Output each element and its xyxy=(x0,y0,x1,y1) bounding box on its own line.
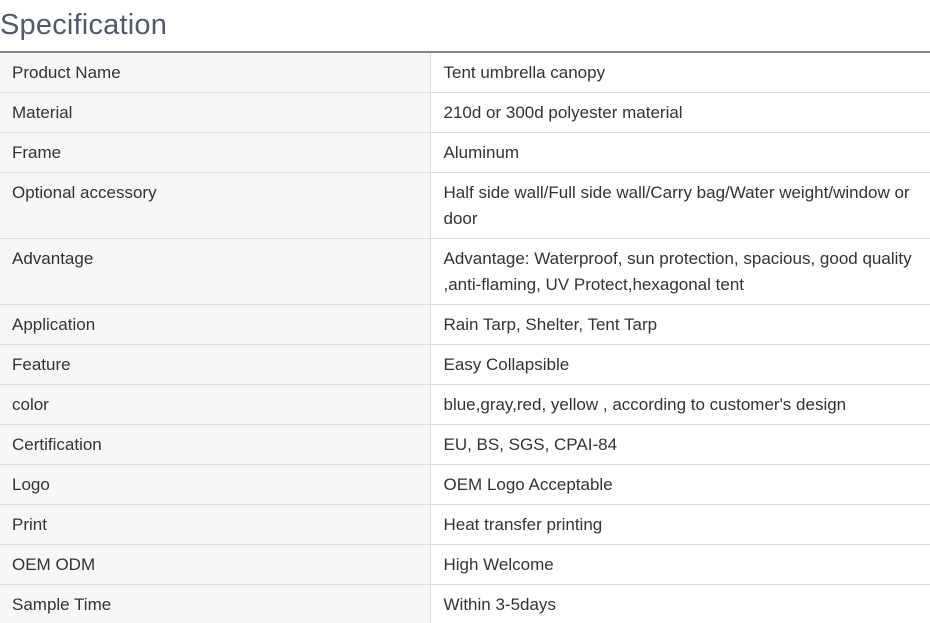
table-row: Frame Aluminum xyxy=(0,132,930,173)
spec-label: Optional accessory xyxy=(0,172,431,239)
spec-value: Easy Collapsible xyxy=(430,344,930,385)
spec-label: Feature xyxy=(0,344,431,385)
page-title: Specification xyxy=(0,9,168,41)
table-row: Optional accessory Half side wall/Full s… xyxy=(0,172,930,239)
table-row: Product Name Tent umbrella canopy xyxy=(0,53,930,93)
spec-label: Print xyxy=(0,504,431,545)
spec-label: Advantage xyxy=(0,238,431,305)
table-row: Logo OEM Logo Acceptable xyxy=(0,464,930,505)
table-row: Sample Time Within 3-5days xyxy=(0,584,930,623)
table-row: OEM ODM High Welcome xyxy=(0,544,930,585)
spec-value: EU, BS, SGS, CPAI-84 xyxy=(430,424,930,465)
spec-value: Heat transfer printing xyxy=(430,504,930,545)
specification-section: Specification Product Name Tent umbrella… xyxy=(0,0,930,623)
spec-value: Aluminum xyxy=(430,132,930,173)
spec-label: Certification xyxy=(0,424,431,465)
spec-label: Sample Time xyxy=(0,584,431,623)
spec-value: OEM Logo Acceptable xyxy=(430,464,930,505)
table-row: Print Heat transfer printing xyxy=(0,504,930,545)
spec-value: Rain Tarp, Shelter, Tent Tarp xyxy=(430,304,930,345)
table-row: Material 210d or 300d polyester material xyxy=(0,92,930,133)
spec-value: blue,gray,red, yellow , according to cus… xyxy=(430,384,930,425)
specification-table: Product Name Tent umbrella canopy Materi… xyxy=(0,53,930,623)
spec-label: Application xyxy=(0,304,431,345)
spec-value: High Welcome xyxy=(430,544,930,585)
spec-label: OEM ODM xyxy=(0,544,431,585)
table-row: Certification EU, BS, SGS, CPAI-84 xyxy=(0,424,930,465)
spec-value: Half side wall/Full side wall/Carry bag/… xyxy=(430,172,930,239)
spec-value: 210d or 300d polyester material xyxy=(430,92,930,133)
spec-label: Product Name xyxy=(0,53,431,93)
spec-label: Frame xyxy=(0,132,431,173)
spec-label: Material xyxy=(0,92,431,133)
spec-value: Tent umbrella canopy xyxy=(430,53,930,93)
table-row: color blue,gray,red, yellow , according … xyxy=(0,384,930,425)
table-row: Advantage Advantage: Waterproof, sun pro… xyxy=(0,238,930,305)
spec-label: Logo xyxy=(0,464,431,505)
spec-value: Advantage: Waterproof, sun protection, s… xyxy=(430,238,930,305)
table-row: Feature Easy Collapsible xyxy=(0,344,930,385)
table-row: Application Rain Tarp, Shelter, Tent Tar… xyxy=(0,304,930,345)
spec-value: Within 3-5days xyxy=(430,584,930,623)
spec-label: color xyxy=(0,384,431,425)
